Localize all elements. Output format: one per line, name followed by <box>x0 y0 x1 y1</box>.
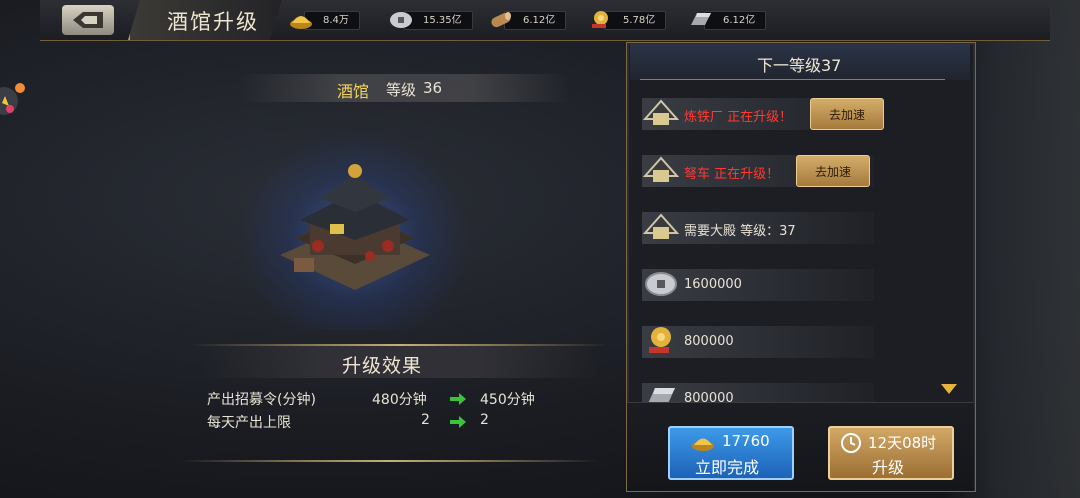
resource-silver-value: 15.35亿 <box>404 10 473 30</box>
grain-icon <box>592 11 608 28</box>
effect-row-label: 每天产出上限 <box>207 415 291 431</box>
instant-complete-label: 立即完成 <box>695 458 760 477</box>
building-level-value: 36 <box>423 79 443 97</box>
effect-row-label: 产出招募令(分钟) <box>207 392 316 408</box>
grain-icon <box>649 327 671 353</box>
building-level-label: 等级 <box>386 81 417 99</box>
upgrade-button[interactable]: 12天08时 升级 <box>828 426 954 480</box>
effect-row-current: 2 <box>421 412 430 428</box>
requirement-text: 需要大殿 等级：37 <box>684 224 796 239</box>
header-divider <box>640 79 945 80</box>
instant-complete-button[interactable]: 17760 立即完成 <box>668 426 794 480</box>
requirement-text: 炼铁厂 正在升级！ <box>684 110 793 125</box>
upgrade-time: 12天08时 <box>868 434 937 452</box>
effect-row-next: 450分钟 <box>480 392 535 408</box>
building-icon <box>643 156 679 182</box>
requirement-text: 800000 <box>684 334 734 349</box>
arrow-right-icon <box>450 416 466 428</box>
building-name: 酒馆 <box>337 82 370 101</box>
arrow-right-icon <box>450 393 466 405</box>
silver-coin-icon <box>390 12 412 28</box>
gold-ingot-icon <box>290 16 312 29</box>
requirement-text: 800000 <box>684 391 734 402</box>
back-button[interactable] <box>62 5 114 35</box>
speed-up-button[interactable]: 去加速 <box>796 155 870 187</box>
effect-row-next: 2 <box>480 412 489 428</box>
instant-complete-cost: 17760 <box>722 432 770 450</box>
speed-up-button[interactable]: 去加速 <box>810 98 884 130</box>
iron-bar-icon <box>691 13 711 25</box>
effect-title: 升级效果 <box>342 355 423 377</box>
resource-iron: 6.12亿 <box>688 9 767 31</box>
floating-app-icon[interactable] <box>0 76 30 126</box>
back-arrow-icon <box>73 12 103 28</box>
wood-log-icon <box>491 12 511 28</box>
clock-icon <box>841 433 861 453</box>
resource-gold: 8.4万 <box>288 9 360 31</box>
requirement-text: 弩车 正在升级！ <box>684 167 780 182</box>
effect-bottom-divider <box>180 460 600 462</box>
building-icon <box>643 213 679 239</box>
requirement-clip: 800000 <box>630 380 970 402</box>
next-level-title: 下一等级37 <box>757 56 842 75</box>
upgrade-label: 升级 <box>872 458 905 477</box>
resource-silver: 15.35亿 <box>388 9 473 31</box>
scroll-down-icon[interactable] <box>941 384 957 394</box>
resource-wood: 6.12亿 <box>488 9 567 31</box>
page-title: 酒馆升级 <box>167 10 259 34</box>
requirement-text: 1600000 <box>684 277 742 292</box>
gold-ingot-icon <box>692 438 714 451</box>
building-icon <box>643 99 679 125</box>
iron-bar-icon <box>648 388 675 402</box>
effect-row-current: 480分钟 <box>372 392 427 408</box>
silver-coin-icon <box>645 272 677 296</box>
resource-grain: 5.78亿 <box>588 9 667 31</box>
tavern-building-image <box>280 164 430 290</box>
